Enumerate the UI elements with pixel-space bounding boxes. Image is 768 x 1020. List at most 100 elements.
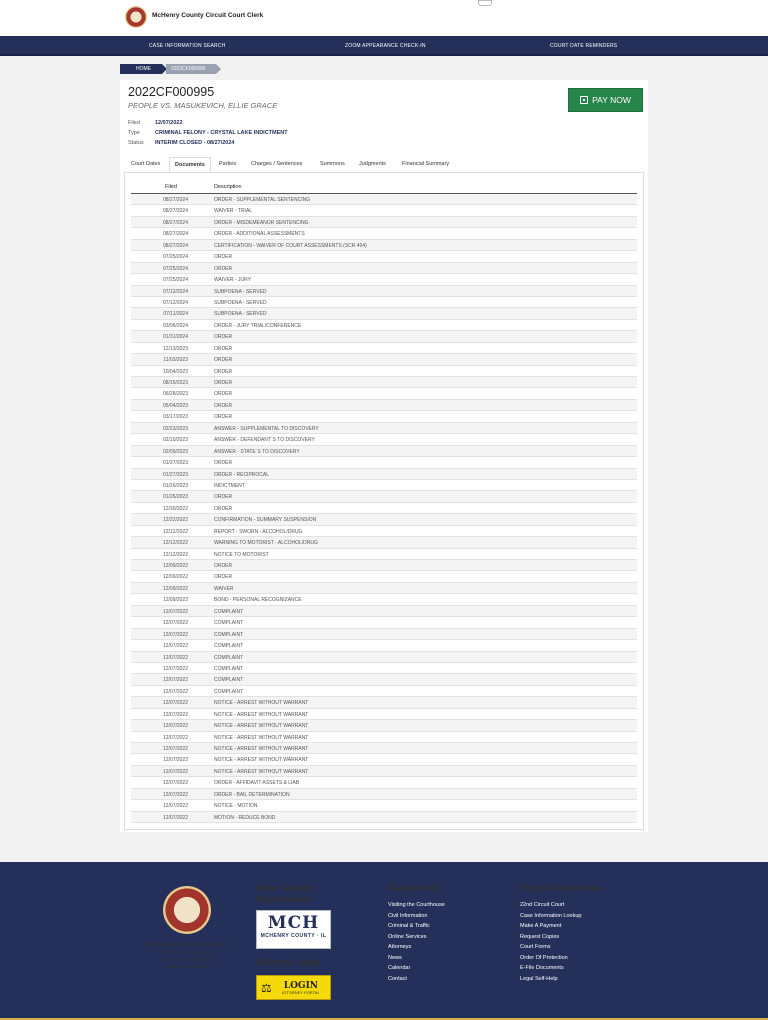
table-row[interactable]: 07/25/2024 WAIVER - JURY <box>131 274 637 286</box>
table-row[interactable]: 07/25/2024 ORDER <box>131 251 637 263</box>
attorney-login-portal-link[interactable]: ⚖ LOGIN ATTORNEY PORTAL <box>256 975 331 1000</box>
nav-zoom-appearance-check-in[interactable]: ZOOM APPEARANCE CHECK-IN <box>345 43 426 49</box>
column-header-filed[interactable]: Filed <box>165 184 177 190</box>
table-row[interactable]: 12/07/2022 COMPLAINT <box>131 640 637 652</box>
table-row[interactable]: 07/12/2024 SUBPOENA - SERVED <box>131 285 637 297</box>
document-filed-date: 03/06/2024 <box>162 322 188 329</box>
footer-link-legal-self-help[interactable]: Legal Self-Help <box>520 976 558 982</box>
table-row[interactable]: 12/07/2022 NOTICE - ARREST WITHOUT WARRAN… <box>131 697 637 709</box>
table-row[interactable]: 08/27/2024 CERTIFICATION - WAIVER OF COUR… <box>131 239 637 252</box>
mchenry-county-logo-link[interactable]: MCH MCHENRY COUNTY · IL <box>256 910 331 949</box>
table-row[interactable]: 12/12/2022 WARNING TO MOTORIST - ALCOHOL/… <box>131 537 637 549</box>
tab-documents[interactable]: Documents <box>169 157 211 172</box>
document-description: WAIVER <box>214 585 234 592</box>
table-row[interactable]: 02/09/2023 ANSWER - STATE`S TO DISCOVERY <box>131 445 637 458</box>
nav-case-information-search[interactable]: CASE INFORMATION SEARCH <box>149 43 225 49</box>
tab-financial-summary[interactable]: Financial Summary <box>402 157 449 172</box>
site-title[interactable]: McHenry County Circuit Court Clerk <box>152 12 263 19</box>
tab-charges-sentences[interactable]: Charges / Sentences <box>251 157 302 172</box>
table-row[interactable]: 12/07/2022 NOTICE - ARREST WITHOUT WARRAN… <box>131 709 637 721</box>
table-row[interactable]: 02/23/2023 ANSWER - SUPPLEMENTAL TO DISCO… <box>131 422 637 435</box>
footer-address-line1: 2200 N. Seminary Ave <box>159 950 215 956</box>
clerk-seal-logo[interactable] <box>125 6 147 28</box>
document-description: ORDER - JURY TRIAL/CONFERENCE <box>214 322 302 329</box>
documents-rows: 08/27/2024 ORDER - SUPPLEMENTAL SENTENCIN… <box>131 194 637 824</box>
document-description: ORDER <box>214 402 233 409</box>
pay-now-button[interactable]: PAY NOW <box>568 88 643 112</box>
table-row[interactable]: 12/07/2022 NOTICE - MOTION <box>131 800 637 812</box>
footer-link-visiting-courthouse[interactable]: Visiting the Courthouse <box>388 902 445 908</box>
tab-parties[interactable]: Parties <box>219 157 236 172</box>
footer-link-news[interactable]: News <box>388 955 402 961</box>
footer-link-order-of-protection[interactable]: Order Of Protection <box>520 955 568 961</box>
table-row[interactable]: 12/07/2022 COMPLAINT <box>131 686 637 698</box>
table-row[interactable]: 12/09/2022 BOND - PERSONAL RECOGNIZANCE <box>131 594 637 606</box>
table-row[interactable]: 03/17/2023 ORDER <box>131 411 637 423</box>
table-row[interactable]: 12/13/2023 ORDER <box>131 343 637 355</box>
footer-link-make-a-payment[interactable]: Make A Payment <box>520 923 561 929</box>
table-row[interactable]: 01/31/2024 ORDER <box>131 331 637 343</box>
footer-link-case-information-lookup[interactable]: Case Information Lookup <box>520 913 581 919</box>
table-row[interactable]: 12/07/2022 COMPLAINT <box>131 628 637 641</box>
table-row[interactable]: 12/30/2022 ORDER <box>131 503 637 515</box>
tab-judgments[interactable]: Judgments <box>359 157 386 172</box>
table-row[interactable]: 10/04/2023 ORDER <box>131 366 637 377</box>
tab-summons[interactable]: Summons <box>320 157 345 172</box>
document-description: ORDER <box>214 254 233 261</box>
table-row[interactable]: 12/07/2022 NOTICE - ARREST WITHOUT WARRAN… <box>131 754 637 766</box>
table-row[interactable]: 12/07/2022 ORDER - AFFIDAVIT ASSETS & LIA… <box>131 777 637 789</box>
case-tabs: Court Dates Documents Parties Charges / … <box>124 157 644 172</box>
table-row[interactable]: 08/15/2023 ORDER <box>131 377 637 389</box>
footer-link-22nd-circuit-court[interactable]: 22nd Circuit Court <box>520 902 564 908</box>
table-row[interactable]: 12/07/2022 COMPLAINT <box>131 605 637 618</box>
table-row[interactable]: 12/07/2022 NOTICE - ARREST WITHOUT WARRAN… <box>131 743 637 755</box>
table-row[interactable]: 12/07/2022 COMPLAINT <box>131 651 637 663</box>
footer-link-attorneys[interactable]: Attorneys <box>388 944 411 950</box>
table-row[interactable]: 12/12/2022 REPORT - SWORN - ALCOHOL/DRUG <box>131 526 637 538</box>
footer-link-calendar[interactable]: Calendar <box>388 965 410 971</box>
footer-link-court-forms[interactable]: Court Forms <box>520 944 551 950</box>
table-row[interactable]: 12/22/2022 CONFIRMATION - SUMMARY SUSPENS… <box>131 514 637 526</box>
table-row[interactable]: 07/25/2024 ORDER <box>131 262 637 275</box>
table-row[interactable]: 05/04/2023 ORDER <box>131 399 637 412</box>
table-row[interactable]: 08/27/2024 ORDER - MISDEMEANOR SENTENCING <box>131 216 637 229</box>
footer-link-contact[interactable]: Contact <box>388 976 407 982</box>
table-row[interactable]: 12/09/2022 ORDER <box>131 571 637 583</box>
table-row[interactable]: 01/26/2023 ORDER <box>131 491 637 503</box>
table-row[interactable]: 01/27/2023 ORDER <box>131 457 637 469</box>
footer-link-e-file-documents[interactable]: E-File Documents <box>520 965 564 971</box>
table-row[interactable]: 12/07/2022 COMPLAINT <box>131 617 637 629</box>
table-row[interactable]: 12/07/2022 COMPLAINT <box>131 663 637 675</box>
footer-link-online-services[interactable]: Online Services <box>388 934 427 940</box>
table-row[interactable]: 01/26/2023 INDICTMENT <box>131 480 637 492</box>
footer-link-request-copies[interactable]: Request Copies <box>520 934 559 940</box>
table-row[interactable]: 08/27/2024 ORDER - SUPPLEMENTAL SENTENCIN… <box>131 194 637 206</box>
breadcrumb-home[interactable]: HOME <box>120 64 167 74</box>
tab-court-dates[interactable]: Court Dates <box>131 157 160 172</box>
document-description: ANSWER - DEFENDANT`S TO DISCOVERY <box>214 437 315 444</box>
nav-court-date-reminders[interactable]: COURT DATE REMINDERS <box>550 43 617 49</box>
table-row[interactable]: 12/07/2022 NOTICE - ARREST WITHOUT WARRAN… <box>131 720 637 732</box>
table-row[interactable]: 07/12/2024 SUBPOENA - SERVED <box>131 297 637 309</box>
table-row[interactable]: 11/03/2023 ORDER <box>131 354 637 366</box>
table-row[interactable]: 06/28/2023 ORDER <box>131 388 637 400</box>
table-row[interactable]: 02/10/2023 ANSWER - DEFENDANT`S TO DISCOV… <box>131 434 637 446</box>
table-row[interactable]: 12/07/2022 COMPLAINT <box>131 674 637 686</box>
table-row[interactable]: 07/11/2024 SUBPOENA - SERVED <box>131 308 637 320</box>
footer-link-criminal-traffic[interactable]: Criminal & Traffic <box>388 923 430 929</box>
table-row[interactable]: 12/07/2022 NOTICE - ARREST WITHOUT WARRAN… <box>131 765 637 778</box>
table-row[interactable]: 01/27/2023 ORDER - RECIPROCAL <box>131 468 637 480</box>
table-row[interactable]: 12/07/2022 NOTICE - ARREST WITHOUT WARRAN… <box>131 732 637 743</box>
table-row[interactable]: 08/27/2024 WAIVER - TRIAL <box>131 205 637 217</box>
table-row[interactable]: 08/27/2024 ORDER - ADDITIONAL ASSESSMENTS <box>131 228 637 240</box>
table-row[interactable]: 12/09/2022 ORDER <box>131 560 637 572</box>
column-header-description[interactable]: Description <box>214 184 242 190</box>
table-row[interactable]: 12/07/2022 MOTION - REDUCE BOND <box>131 811 637 824</box>
table-row[interactable]: 12/07/2022 ORDER - BAIL DETERMINATION <box>131 788 637 801</box>
document-description: ORDER <box>214 265 233 272</box>
table-row[interactable]: 03/06/2024 ORDER - JURY TRIAL/CONFERENCE <box>131 320 637 332</box>
footer-link-civil-information[interactable]: Civil Information <box>388 913 427 919</box>
accessibility-tab-icon[interactable] <box>478 0 492 6</box>
table-row[interactable]: 12/09/2022 WAIVER <box>131 582 637 595</box>
table-row[interactable]: 12/12/2022 NOTICE TO MOTORIST <box>131 549 637 560</box>
